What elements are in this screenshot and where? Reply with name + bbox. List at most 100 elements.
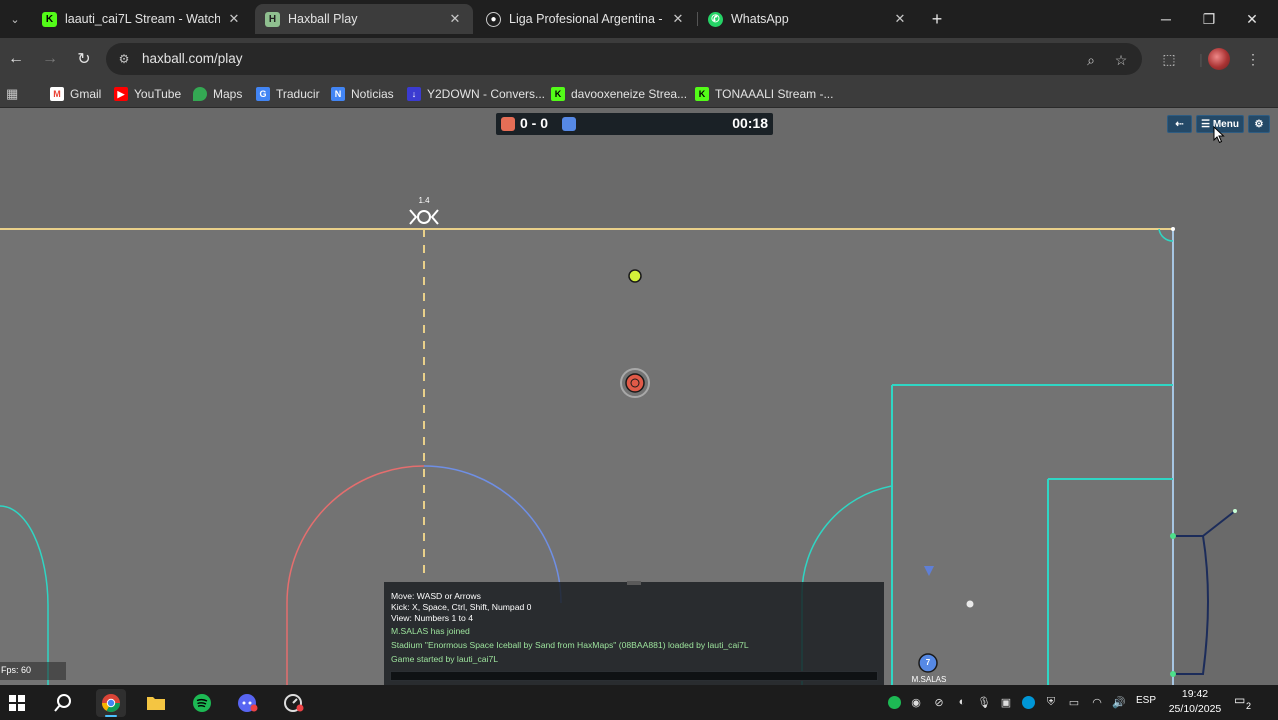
bookmark-youtube[interactable]: ▶ YouTube bbox=[114, 85, 181, 103]
language-indicator[interactable]: ESP bbox=[1136, 695, 1156, 706]
defender-tray-icon[interactable]: ⛨ bbox=[1043, 694, 1059, 710]
y2down-icon: ↓ bbox=[407, 87, 421, 101]
bookmark-label: Maps bbox=[213, 87, 243, 101]
fps-counter: Fps: 60 bbox=[0, 662, 66, 680]
bookmark-tonaaali[interactable]: K TONAAALI Stream -... bbox=[695, 85, 833, 103]
chat-panel: Move: WASD or Arrows Kick: X, Space, Ctr… bbox=[384, 581, 884, 685]
start-button[interactable] bbox=[2, 689, 32, 717]
bookmark-label: Gmail bbox=[70, 87, 102, 101]
red-team-square bbox=[501, 117, 515, 131]
back-button[interactable]: ← bbox=[4, 47, 28, 71]
security-tray-icon[interactable]: ⊘ bbox=[931, 694, 947, 710]
bookmark-traducir[interactable]: G Traducir bbox=[256, 85, 320, 103]
tab-whatsapp[interactable]: ✆ WhatsApp ✕ bbox=[698, 4, 918, 34]
goal-post-bottom bbox=[1170, 671, 1176, 677]
tab-title: laauti_cai7L Stream - Watch Live bbox=[65, 12, 220, 26]
taskbar-app[interactable] bbox=[279, 689, 309, 717]
zoom-icon[interactable]: ⌕ bbox=[1082, 51, 1100, 69]
bookmark-davooxeneize[interactable]: K davooxeneize Strea... bbox=[551, 85, 687, 103]
browser-toolbar: ← → ↻ ⚙ haxball.com/play ⌕ ☆ ⬚ | ⋮ bbox=[0, 38, 1278, 80]
bookmark-label: davooxeneize Strea... bbox=[571, 87, 688, 101]
hp-tray-icon[interactable] bbox=[1020, 694, 1036, 710]
site-info-icon[interactable]: ⚙ bbox=[116, 51, 132, 67]
bookmark-y2down[interactable]: ↓ Y2DOWN - Convers... bbox=[407, 85, 545, 103]
chat-line: Game started by lauti_cai7L bbox=[391, 654, 499, 664]
close-icon[interactable]: ✕ bbox=[892, 11, 908, 27]
chat-resize-handle[interactable] bbox=[627, 581, 641, 585]
forward-button[interactable]: → bbox=[38, 47, 62, 71]
minimize-button[interactable]: ─ bbox=[1146, 6, 1186, 32]
taskbar-spotify[interactable] bbox=[187, 689, 217, 717]
steam-tray-icon[interactable]: ◐ bbox=[954, 694, 970, 710]
soccer-ball-icon: ● bbox=[486, 11, 501, 27]
ball-yellow bbox=[628, 269, 642, 283]
chat-line: Stadium "Enormous Space Iceball by Sand … bbox=[391, 640, 749, 650]
search-icon bbox=[54, 694, 71, 712]
settings-button[interactable]: ⚙ bbox=[1248, 115, 1270, 133]
bookmark-maps[interactable]: Maps bbox=[193, 85, 242, 103]
volume-icon[interactable]: 🔊 bbox=[1111, 694, 1127, 710]
more-menu-icon[interactable]: ⋮ bbox=[1243, 49, 1263, 69]
wifi-icon[interactable]: ◠ bbox=[1089, 694, 1105, 710]
tab-title: Liga Profesional Argentina - POSICIONES bbox=[509, 12, 664, 26]
red-player bbox=[625, 373, 645, 393]
spotify-tray-icon[interactable] bbox=[886, 694, 902, 710]
chrome-icon bbox=[102, 694, 120, 713]
hamburger-icon: ☰ bbox=[1201, 118, 1211, 130]
gauge-icon bbox=[284, 694, 304, 712]
tab-kick-stream[interactable]: K laauti_cai7L Stream - Watch Live ✕ bbox=[32, 4, 252, 34]
bookmark-gmail[interactable]: M Gmail bbox=[50, 85, 101, 103]
window-close-button[interactable]: ✕ bbox=[1232, 6, 1272, 32]
mouse-cursor bbox=[1213, 126, 1225, 144]
new-tab-button[interactable]: + bbox=[926, 8, 948, 30]
bookmarks-bar: ▦ M Gmail ▶ YouTube Maps G Traducir N No… bbox=[0, 80, 1278, 108]
bookmark-noticias[interactable]: N Noticias bbox=[331, 85, 394, 103]
kick-icon: K bbox=[551, 87, 565, 101]
battery-icon[interactable]: ▭ bbox=[1066, 694, 1082, 710]
goal-label: 1.4 bbox=[418, 196, 430, 205]
haxball-game-canvas[interactable]: 1.4 7 M.SALAS 0 - 0 00:18 ⇠ ☰ Menu ⚙ Fps… bbox=[0, 108, 1278, 685]
bookmark-star-icon[interactable]: ☆ bbox=[1112, 51, 1130, 69]
player-number: 7 bbox=[925, 658, 931, 667]
extensions-icon[interactable]: ⬚ bbox=[1159, 49, 1179, 69]
chat-input[interactable] bbox=[390, 671, 878, 681]
notification-center-button[interactable]: ▭ 2 bbox=[1234, 693, 1256, 713]
tab-liga-profesional[interactable]: ● Liga Profesional Argentina - POSICIONE… bbox=[476, 4, 696, 34]
score-text: 0 - 0 bbox=[520, 115, 549, 131]
apps-grid-icon[interactable]: ▦ bbox=[6, 85, 18, 103]
tab-search-icon[interactable]: ⌄ bbox=[4, 8, 26, 30]
microphone-icon[interactable]: 🎙 bbox=[976, 694, 992, 710]
close-icon[interactable]: ✕ bbox=[447, 11, 463, 27]
tab-strip: ⌄ K laauti_cai7L Stream - Watch Live ✕ H… bbox=[0, 0, 1278, 38]
taskbar-discord-app[interactable] bbox=[233, 689, 263, 717]
clock-date: 25/10/2025 bbox=[1168, 703, 1222, 715]
game-timer: 00:18 bbox=[732, 115, 768, 131]
spotify-icon bbox=[193, 694, 211, 712]
close-icon[interactable]: ✕ bbox=[226, 11, 242, 27]
blue-team-square bbox=[562, 117, 576, 131]
taskbar-chrome[interactable] bbox=[96, 689, 126, 717]
close-icon[interactable]: ✕ bbox=[670, 11, 686, 27]
reload-button[interactable]: ↻ bbox=[72, 47, 96, 71]
notification-count: 2 bbox=[1246, 701, 1252, 711]
leave-room-button[interactable]: ⇠ bbox=[1167, 115, 1192, 133]
tab-haxball[interactable]: H Haxball Play ✕ bbox=[255, 4, 473, 34]
restore-button[interactable]: ❐ bbox=[1189, 6, 1229, 32]
kick-icon: K bbox=[695, 87, 709, 101]
bookmark-label: YouTube bbox=[134, 87, 182, 101]
folder-icon bbox=[147, 697, 165, 710]
taskbar-file-explorer[interactable] bbox=[141, 689, 171, 717]
address-bar[interactable]: ⚙ haxball.com/play ⌕ ☆ bbox=[106, 43, 1142, 75]
profile-avatar[interactable] bbox=[1208, 48, 1230, 70]
net-anchor bbox=[1233, 509, 1237, 513]
discord-tray-icon[interactable]: ◉ bbox=[908, 694, 924, 710]
chat-line: Move: WASD or Arrows bbox=[391, 591, 481, 601]
youtube-icon: ▶ bbox=[114, 87, 128, 101]
small-ball bbox=[966, 600, 974, 608]
search-button[interactable] bbox=[48, 689, 78, 717]
news-icon: N bbox=[331, 87, 345, 101]
clock[interactable]: 19:42 25/10/2025 bbox=[1160, 687, 1230, 717]
display-tray-icon[interactable]: ▣ bbox=[998, 694, 1014, 710]
haxball-icon: H bbox=[265, 11, 280, 27]
goal-post-top bbox=[1170, 533, 1176, 539]
